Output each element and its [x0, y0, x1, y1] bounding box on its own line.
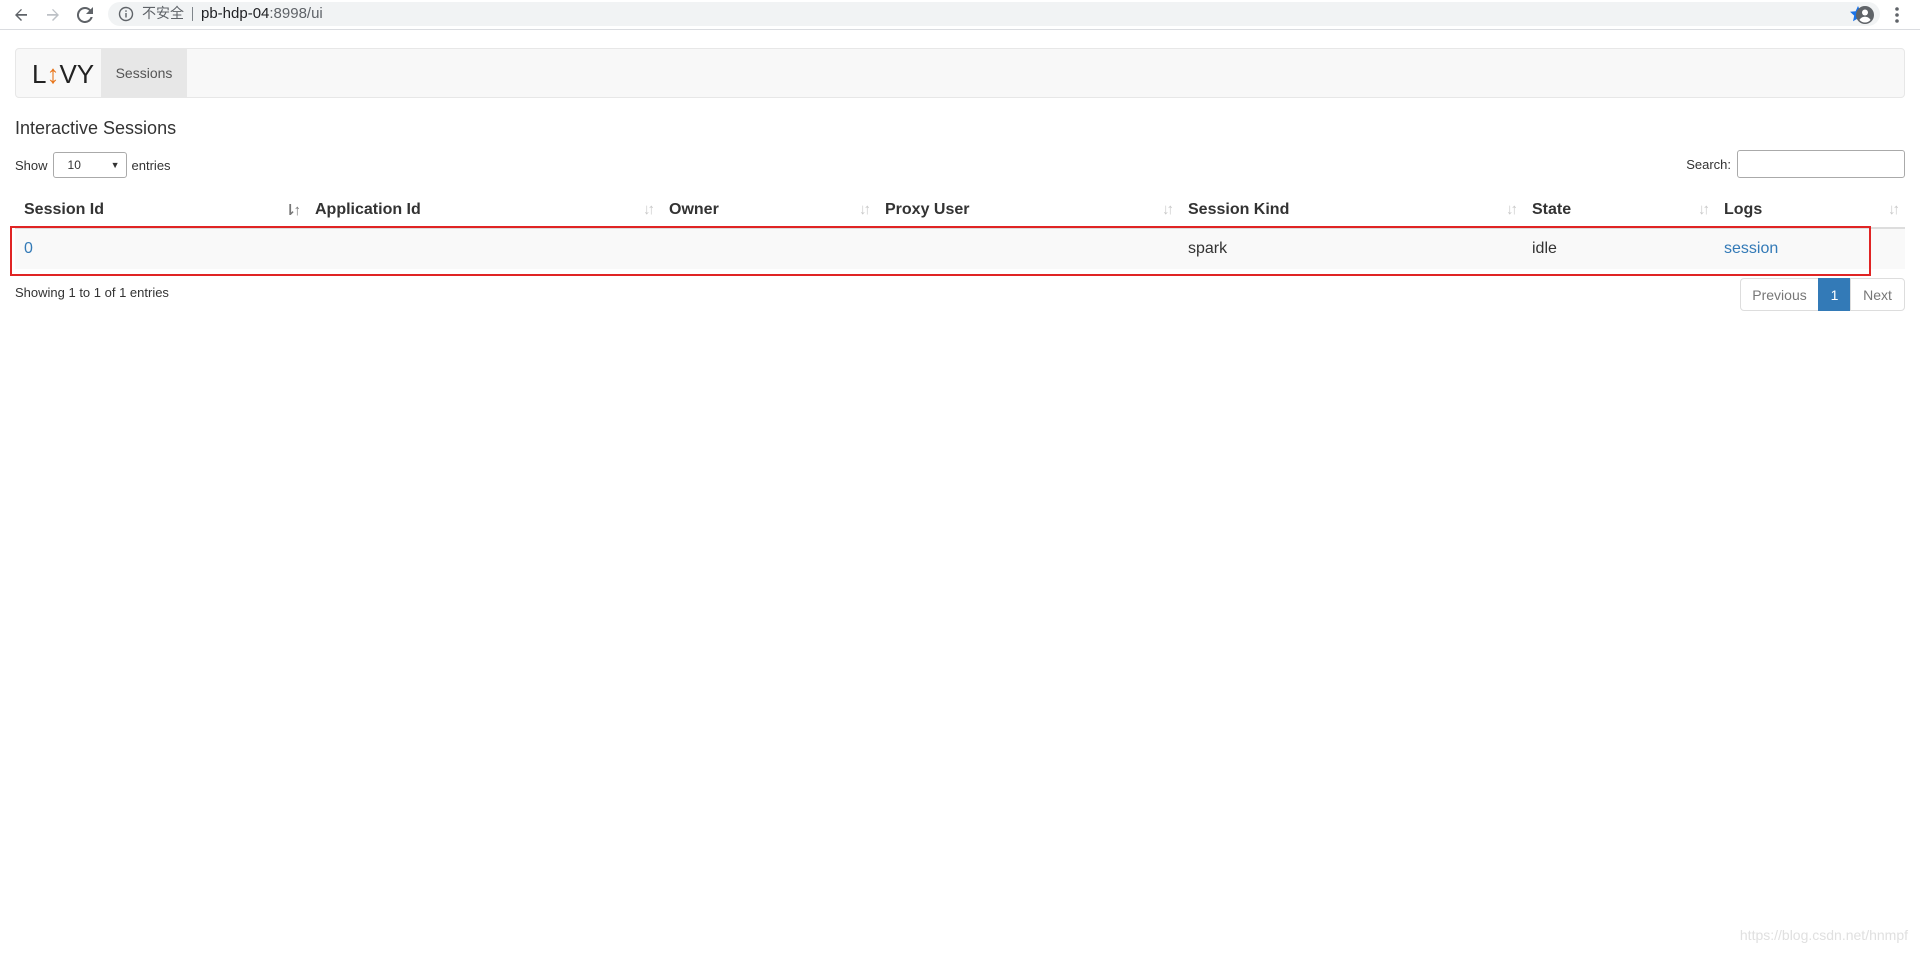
address-bar[interactable]: 不安全 pb-hdp-04:8998/ui [108, 2, 1880, 26]
info-icon[interactable] [118, 6, 134, 22]
tab-sessions[interactable]: Sessions [101, 49, 187, 97]
column-header-label: Session Kind [1188, 200, 1290, 218]
column-header-state[interactable]: State ↓↑ [1523, 192, 1715, 229]
cell-application-id [306, 228, 660, 269]
column-header-label: Owner [669, 200, 719, 218]
watermark: https://blog.csdn.net/hnmpf [1739, 927, 1908, 943]
brand-suffix: VY [59, 59, 95, 89]
divider [192, 7, 193, 21]
brand-arrow-icon: ↕ [46, 59, 60, 89]
entries-select-value: 10 [67, 158, 81, 172]
logs-link[interactable]: session [1724, 240, 1778, 257]
cell-owner [660, 228, 876, 269]
previous-button[interactable]: Previous [1740, 278, 1819, 311]
sort-icon[interactable]: ↓↑ [1162, 201, 1174, 218]
table-header-row: Session Id ⇂↑ Application Id ↓↑ Owner ↓↑ Pr… [15, 192, 1905, 229]
page-1-button[interactable]: 1 [1818, 278, 1851, 311]
cell-proxy-user [876, 228, 1179, 269]
page-title: Interactive Sessions [15, 118, 177, 138]
show-label: Show [15, 157, 48, 173]
menu-kebab-icon[interactable] [1886, 4, 1908, 26]
entries-label: entries [131, 157, 171, 173]
forward-arrow-icon[interactable] [42, 4, 64, 26]
column-header-application-id[interactable]: Application Id ↓↑ [306, 192, 660, 229]
reload-icon[interactable] [74, 4, 96, 26]
browser-toolbar: 不安全 pb-hdp-04:8998/ui [0, 0, 1920, 30]
cell-logs: session [1715, 228, 1905, 269]
search-label: Search: [1686, 156, 1731, 172]
sort-icon[interactable]: ↓↑ [643, 201, 655, 218]
column-header-logs[interactable]: Logs ↓↑ [1715, 192, 1905, 229]
sort-icon[interactable]: ↓↑ [1698, 201, 1710, 218]
sort-icon[interactable]: ↓↑ [1888, 201, 1900, 218]
insecure-label: 不安全 [142, 6, 184, 22]
search-control: Search: [1686, 149, 1905, 179]
cell-session-kind: spark [1179, 228, 1523, 269]
cell-session-id: 0 [15, 228, 306, 269]
column-header-owner[interactable]: Owner ↓↑ [660, 192, 876, 229]
pagination: Previous 1 Next [1740, 278, 1905, 311]
search-input[interactable] [1737, 150, 1905, 178]
column-header-label: Logs [1724, 200, 1763, 218]
top-navbar: L↕VY Sessions [15, 48, 1905, 98]
column-header-label: Session Id [24, 200, 105, 218]
sessions-table: Session Id ⇂↑ Application Id ↓↑ Owner ↓↑ Pr… [15, 192, 1905, 269]
sort-icon[interactable]: ↓↑ [1506, 201, 1518, 218]
table-row: 0 spark idle session [15, 228, 1905, 269]
column-header-label: State [1532, 200, 1572, 218]
brand-prefix: L [32, 59, 47, 89]
url-text[interactable]: pb-hdp-04:8998/ui [201, 5, 323, 23]
url-host: pb-hdp-04 [201, 5, 270, 22]
column-header-session-kind[interactable]: Session Kind ↓↑ [1179, 192, 1523, 229]
sort-ascending-icon[interactable]: ⇂↑ [284, 201, 301, 219]
next-button[interactable]: Next [1850, 278, 1905, 311]
caret-down-icon: ▼ [110, 160, 120, 170]
account-avatar-icon[interactable] [1854, 4, 1876, 26]
length-control: Show 10 ▼ entries [15, 151, 171, 179]
cell-state: idle [1523, 228, 1715, 269]
session-id-link[interactable]: 0 [24, 240, 33, 257]
url-path: :8998/ui [269, 5, 323, 22]
livy-logo[interactable]: L↕VY [32, 61, 94, 87]
table-info: Showing 1 to 1 of 1 entries [15, 285, 169, 300]
sort-icon[interactable]: ↓↑ [859, 201, 871, 218]
entries-select[interactable]: 10 ▼ [52, 152, 127, 178]
column-header-label: Application Id [315, 200, 421, 218]
column-header-label: Proxy User [885, 200, 970, 218]
back-arrow-icon[interactable] [10, 4, 32, 26]
column-header-session-id[interactable]: Session Id ⇂↑ [15, 192, 306, 229]
column-header-proxy-user[interactable]: Proxy User ↓↑ [876, 192, 1179, 229]
